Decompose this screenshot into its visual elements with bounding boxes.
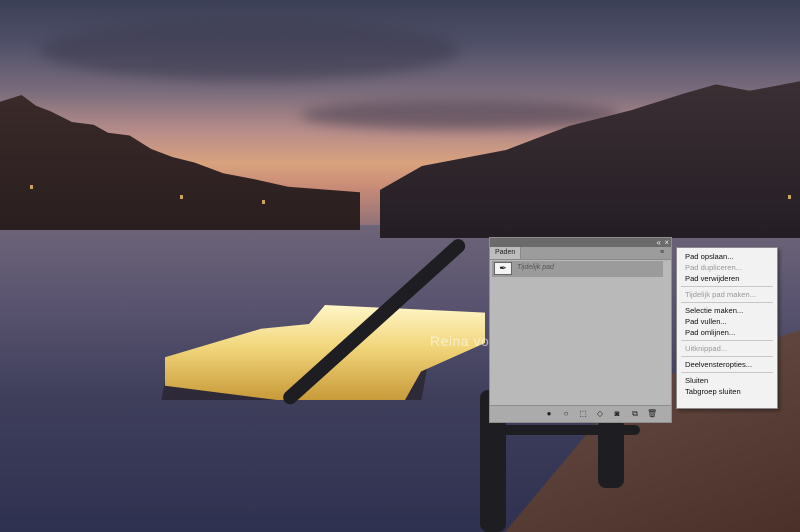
- menu-item[interactable]: Pad verwijderen: [677, 273, 777, 284]
- panel-tab-bar: Paden ≡: [490, 247, 671, 260]
- panel-menu-icon[interactable]: ≡: [660, 249, 668, 256]
- menu-item: Tijdelijk pad maken...: [685, 290, 757, 299]
- lit-window: [262, 200, 265, 204]
- menu-separator: [681, 286, 773, 287]
- add-mask-icon[interactable]: ◙: [612, 409, 622, 419]
- menu-item[interactable]: Pad vullen...: [677, 316, 777, 327]
- path-list-item[interactable]: ✒ Tijdelijk pad: [492, 261, 663, 277]
- panel-bottom-toolbar: ● ○ ⬚ ◇ ◙ ⧉ 🗑: [490, 405, 671, 422]
- lit-window: [30, 185, 33, 189]
- menu-item[interactable]: Deelvensteropties...: [677, 359, 777, 370]
- lit-window: [788, 195, 791, 199]
- paths-panel: « × Paden ≡ ✒ Tijdelijk pad ● ○ ⬚ ◇ ◙ ⧉ …: [489, 237, 672, 423]
- new-path-icon[interactable]: ⧉: [630, 409, 640, 419]
- menu-item: Pad dupliceren...: [685, 263, 742, 272]
- panel-titlebar[interactable]: « ×: [490, 238, 671, 247]
- menu-separator: [681, 302, 773, 303]
- cloud: [40, 20, 460, 80]
- stroke-path-icon[interactable]: ○: [561, 409, 571, 419]
- close-icon[interactable]: ×: [664, 238, 669, 247]
- menu-item[interactable]: Pad opslaan...: [677, 251, 777, 262]
- panel-flyout-menu: Pad opslaan... Pad dupliceren... Pad verwi…: [676, 247, 778, 409]
- railing-bar: [500, 425, 640, 435]
- lit-window: [180, 195, 183, 199]
- path-thumbnail: ✒: [494, 262, 512, 275]
- menu-item[interactable]: Pad omlijnen...: [677, 327, 777, 338]
- trash-icon[interactable]: 🗑: [647, 409, 657, 419]
- menu-separator: [681, 356, 773, 357]
- fill-path-icon[interactable]: ●: [544, 409, 554, 419]
- menu-separator: [681, 340, 773, 341]
- menu-item[interactable]: Sluiten: [677, 375, 777, 386]
- menu-item: Uitknippad...: [685, 344, 728, 353]
- tab-paths[interactable]: Paden: [490, 247, 522, 259]
- menu-item[interactable]: Tabgroep sluiten: [677, 386, 777, 397]
- collapse-icon[interactable]: «: [657, 238, 661, 247]
- path-name: Tijdelijk pad: [517, 264, 554, 271]
- menu-item[interactable]: Selectie maken...: [677, 305, 777, 316]
- make-path-from-selection-icon[interactable]: ◇: [595, 409, 605, 419]
- load-selection-icon[interactable]: ⬚: [578, 409, 588, 419]
- menu-separator: [681, 372, 773, 373]
